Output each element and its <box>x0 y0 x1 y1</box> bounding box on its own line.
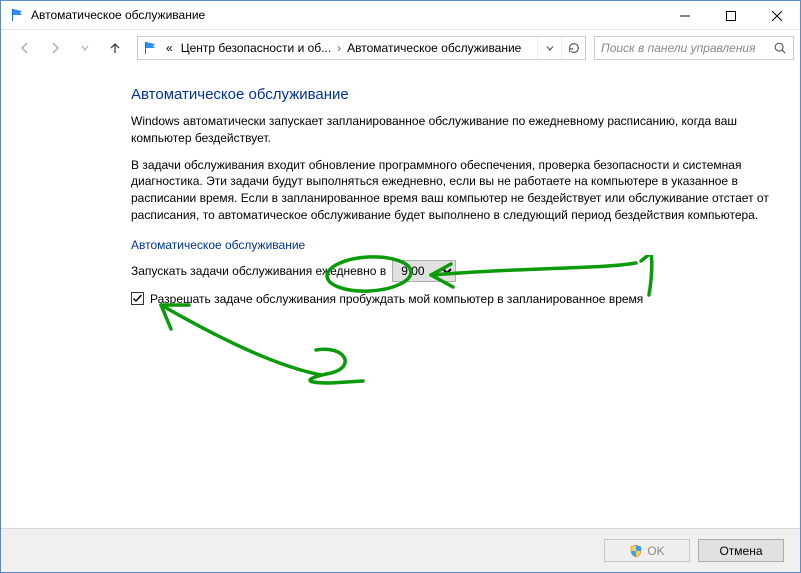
cancel-button[interactable]: Отмена <box>698 539 784 562</box>
window-title: Автоматическое обслуживание <box>31 8 662 22</box>
schedule-row: Запускать задачи обслуживания ежедневно … <box>131 260 780 282</box>
ok-button[interactable]: OK <box>604 539 690 562</box>
flag-icon <box>9 7 25 23</box>
search-input[interactable] <box>595 41 767 55</box>
breadcrumb-item-security[interactable]: Центр безопасности и об... <box>177 41 335 55</box>
section-label: Автоматическое обслуживание <box>131 238 780 252</box>
time-select[interactable]: 9:00 <box>392 260 456 282</box>
navbar: « Центр безопасности и об... › Автоматич… <box>1 30 800 66</box>
chevron-right-icon[interactable]: › <box>335 41 343 55</box>
page-title: Автоматическое обслуживание <box>131 86 780 103</box>
back-button[interactable] <box>11 34 39 62</box>
ok-label: OK <box>647 544 664 558</box>
refresh-button[interactable] <box>561 37 585 59</box>
address-bar[interactable]: « Центр безопасности и об... › Автоматич… <box>137 36 586 60</box>
shield-icon <box>629 544 643 558</box>
search-icon[interactable] <box>767 37 793 59</box>
window-controls <box>662 1 800 29</box>
search-bar <box>594 36 794 60</box>
flag-icon <box>142 40 158 56</box>
schedule-label: Запускать задачи обслуживания ежедневно … <box>131 264 386 278</box>
intro-paragraph-1: Windows автоматически запускает запланир… <box>131 113 771 147</box>
main-content: Автоматическое обслуживание Windows авто… <box>1 66 800 306</box>
titlebar: Автоматическое обслуживание <box>1 0 800 30</box>
wake-checkbox-row[interactable]: Разрешать задаче обслуживания пробуждать… <box>131 292 780 306</box>
minimize-button[interactable] <box>662 1 708 31</box>
wake-checkbox-label: Разрешать задаче обслуживания пробуждать… <box>150 292 643 306</box>
up-button[interactable] <box>101 34 129 62</box>
address-dropdown[interactable] <box>537 37 561 59</box>
maximize-button[interactable] <box>708 1 754 31</box>
checkbox-icon[interactable] <box>131 292 144 305</box>
breadcrumb-prefix[interactable]: « <box>162 41 177 55</box>
intro-paragraph-2: В задачи обслуживания входит обновление … <box>131 157 771 224</box>
breadcrumb-item-maintenance[interactable]: Автоматическое обслуживание <box>343 41 525 55</box>
close-button[interactable] <box>754 1 800 31</box>
cancel-label: Отмена <box>719 544 762 558</box>
bottom-bar: OK Отмена <box>1 528 800 572</box>
forward-button[interactable] <box>41 34 69 62</box>
recent-dropdown[interactable] <box>71 34 99 62</box>
